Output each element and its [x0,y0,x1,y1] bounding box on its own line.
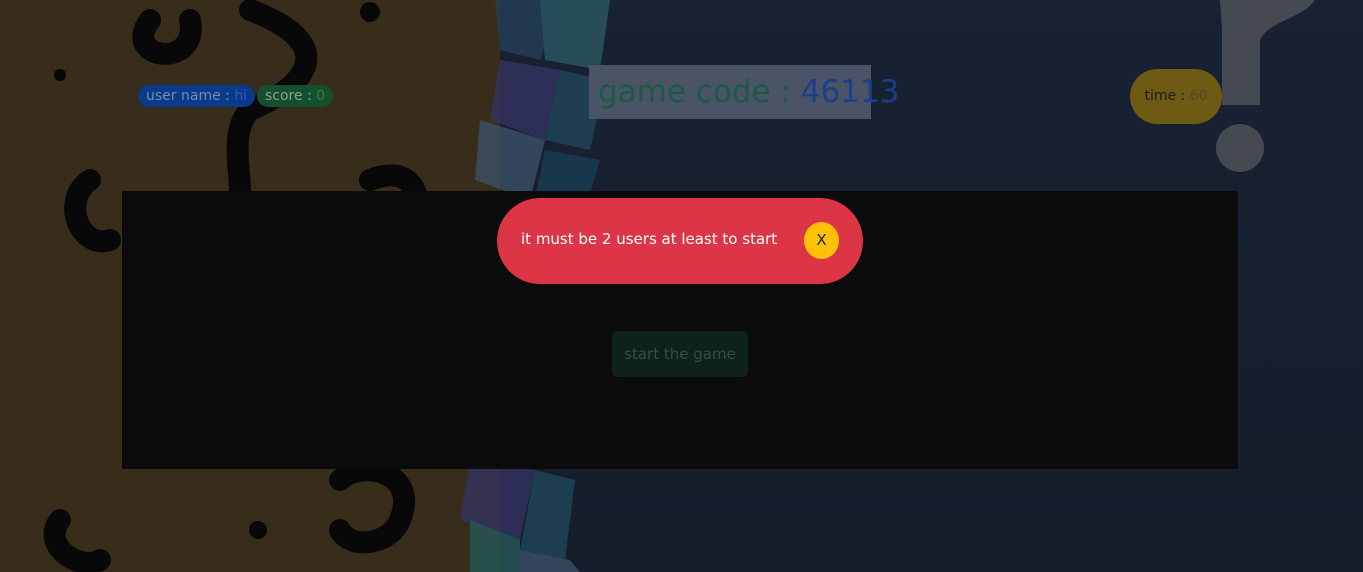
error-alert: it must be 2 users at least to start X [497,198,863,284]
alert-message: it must be 2 users at least to start [521,230,778,248]
score-label: score : [265,88,317,104]
timer-badge: time : 60 [1130,69,1222,124]
game-code-label: game code : [598,74,801,110]
time-value: 60 [1189,88,1208,104]
game-code-value: 46113 [800,74,900,110]
user-name-label: user name : [146,88,235,104]
start-game-button[interactable]: start the game [612,331,748,377]
time-label: time : [1144,88,1190,104]
user-name-badge: user name : hi [138,85,256,107]
score-value: 0 [316,88,326,104]
user-name-value: hi [234,88,248,104]
alert-close-button[interactable]: X [804,222,839,259]
game-code-title: game code : 46113 [589,65,899,119]
game-lobby-screen: user name : hi score : 0 game code : 461… [0,0,1363,572]
score-badge: score : 0 [257,85,334,107]
